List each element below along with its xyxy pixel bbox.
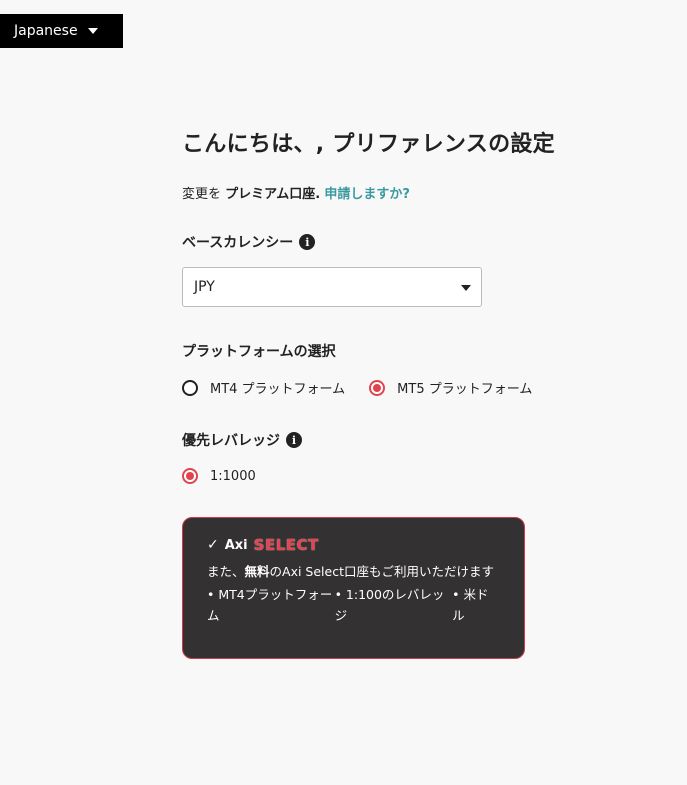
account-change-text: 変更を プレミアム口座. 申請しますか? <box>182 183 410 202</box>
platform-option-label: MT5 プラットフォーム <box>397 382 533 397</box>
promo-benefit: • MT4プラットフォーム <box>207 587 333 623</box>
base-currency-value: JPY <box>194 279 215 295</box>
promo-text-prefix: また、 <box>207 564 245 579</box>
info-icon[interactable]: i <box>286 432 302 448</box>
radio-leverage-1000[interactable] <box>182 468 198 484</box>
base-currency-heading: ベースカレンシー i <box>182 232 316 252</box>
radio-mt4[interactable] <box>182 379 198 396</box>
caret-down-icon <box>87 28 98 34</box>
promo-brand: Axi <box>224 537 248 553</box>
radio-mt5[interactable] <box>369 379 386 396</box>
language-label: Japanese <box>14 23 78 39</box>
promo-text-suffix: のAxi Select口座もご利用いただけます <box>269 564 494 579</box>
promo-benefit: • 米ドル <box>452 587 489 623</box>
promo-benefit: • 1:100のレバレッジ <box>334 587 445 623</box>
promo-description: また、無料のAxi Select口座もご利用いただけます <box>207 562 500 582</box>
promo-text-free: 無料 <box>244 564 270 579</box>
language-selector[interactable]: Japanese <box>0 14 123 48</box>
apply-link[interactable]: 申請しますか? <box>324 187 410 202</box>
base-currency-select[interactable]: JPY <box>182 267 482 307</box>
subtitle-prefix: 変更を <box>182 187 222 202</box>
chevron-down-icon <box>461 285 471 291</box>
leverage-option-1000[interactable]: 1:1000 <box>182 468 256 484</box>
axi-select-promo: ✓ Axi SELECT また、無料のAxi Select口座もご利用いただけま… <box>182 517 525 659</box>
promo-header: ✓ Axi SELECT <box>207 536 500 554</box>
platform-option-mt5[interactable]: MT5 プラットフォーム <box>369 378 532 397</box>
premium-account-label: プレミアム口座. <box>225 187 321 202</box>
platform-label: プラットフォームの選択 <box>182 344 336 360</box>
platform-radio-group: MT4 プラットフォーム MT5 プラットフォーム <box>182 378 532 397</box>
platform-option-mt4[interactable]: MT4 プラットフォーム <box>182 378 345 397</box>
info-icon[interactable]: i <box>299 234 316 250</box>
page-title: こんにちは、, プリファレンスの設定 <box>182 132 555 157</box>
base-currency-label: ベースカレンシー <box>182 235 294 251</box>
leverage-radio-group: 1:1000 <box>182 468 256 484</box>
check-icon: ✓ <box>207 537 219 553</box>
leverage-label: 優先レバレッジ <box>182 433 280 449</box>
platform-heading: プラットフォームの選択 <box>182 341 336 361</box>
leverage-option-label: 1:1000 <box>210 468 256 484</box>
promo-brand-select: SELECT <box>253 536 319 554</box>
platform-option-label: MT4 プラットフォーム <box>210 382 346 397</box>
leverage-heading: 優先レバレッジ i <box>182 430 302 450</box>
promo-benefits: • MT4プラットフォーム • 1:100のレバレッジ • 米ドル <box>207 584 500 626</box>
